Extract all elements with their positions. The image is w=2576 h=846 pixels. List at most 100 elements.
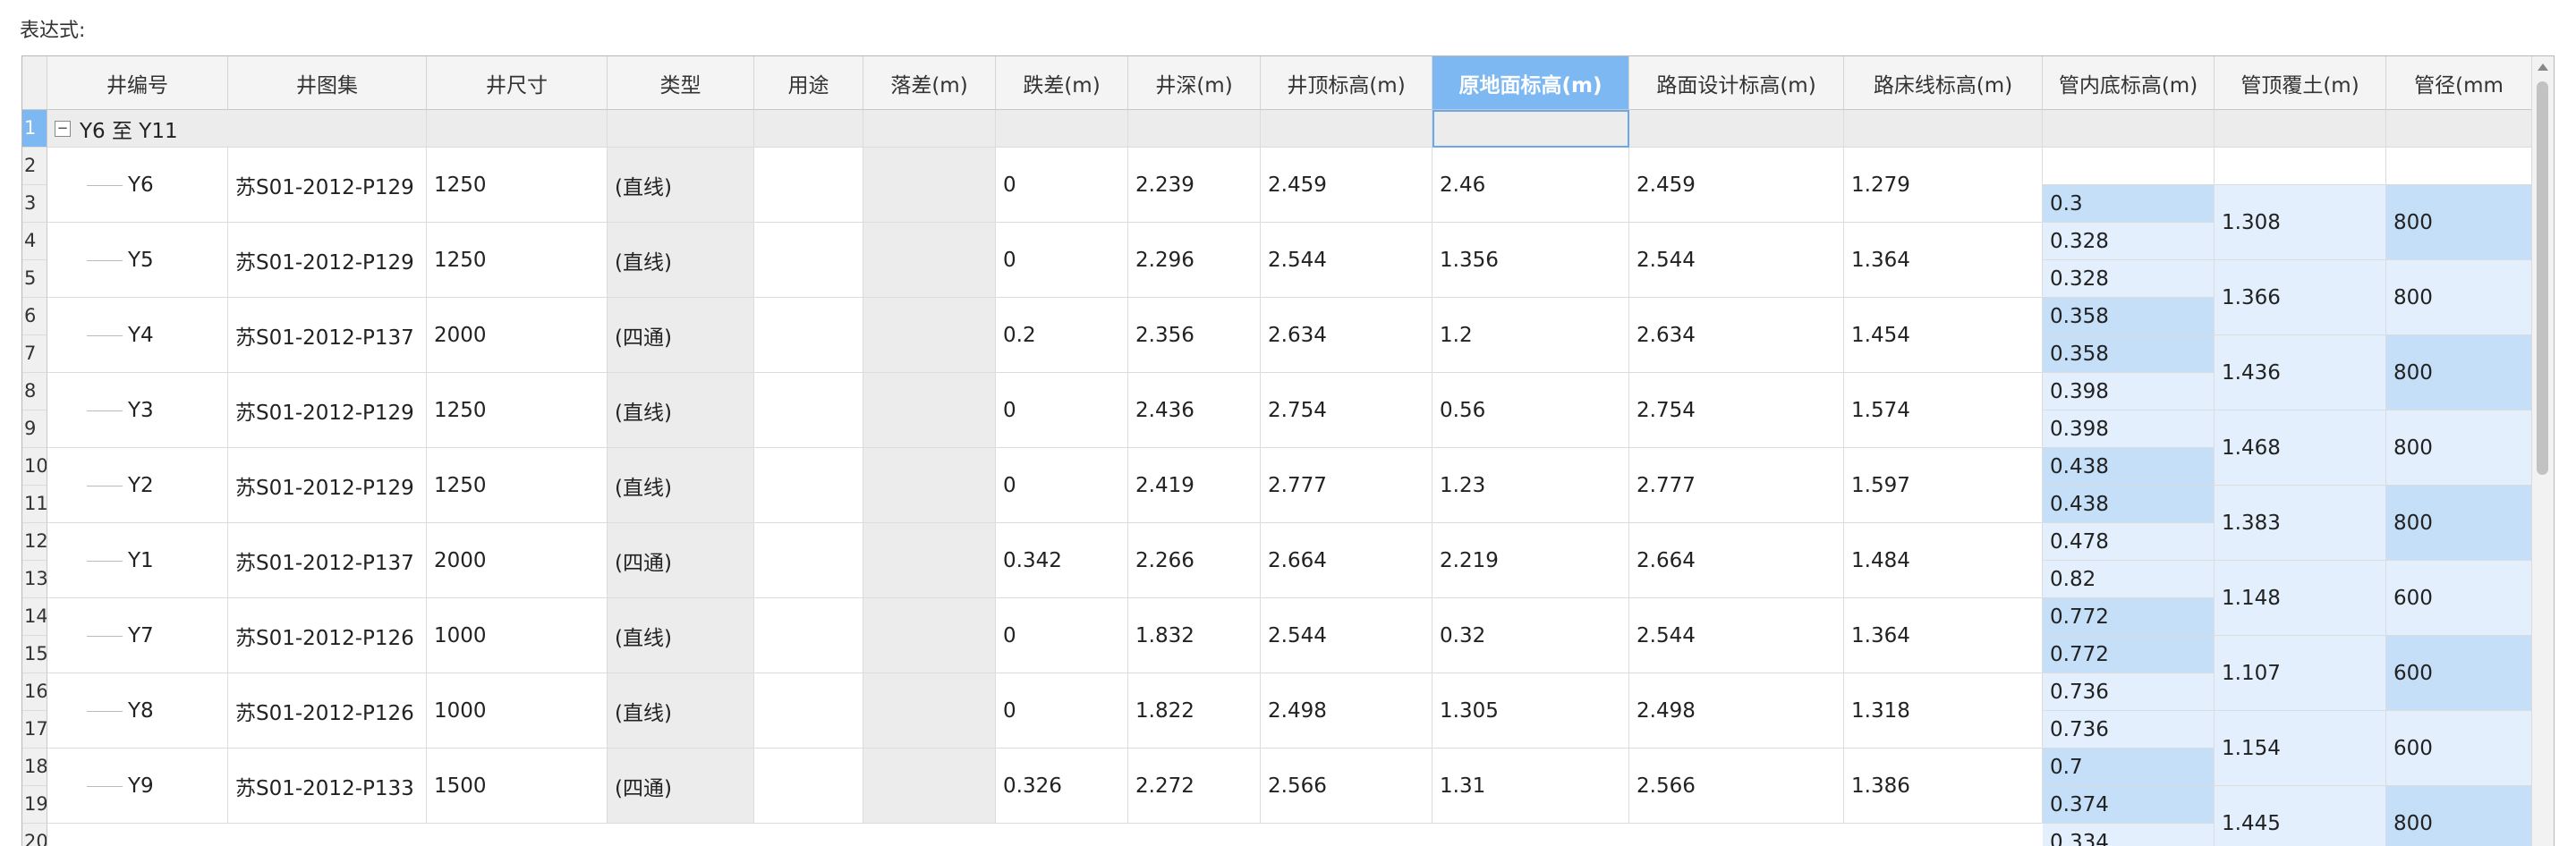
well-depth-cell[interactable]: 2.419 — [1128, 448, 1261, 523]
well-top-cell[interactable]: 2.777 — [1261, 448, 1433, 523]
pipe-invert-cell[interactable]: 0.3 — [2043, 185, 2215, 223]
well-drop-cell[interactable] — [863, 373, 996, 448]
well-jump-cell[interactable]: 0 — [996, 148, 1128, 223]
well-use-cell[interactable] — [754, 749, 863, 824]
well-use-cell[interactable] — [754, 223, 863, 298]
pipe-invert-cell[interactable]: 0.736 — [2043, 711, 2215, 749]
well-use-cell[interactable] — [754, 373, 863, 448]
pipe-invert-cell[interactable]: 0.438 — [2043, 486, 2215, 523]
well-use-cell[interactable] — [754, 448, 863, 523]
pipe-invert-cell[interactable]: 0.772 — [2043, 636, 2215, 673]
well-type-cell[interactable]: (直线) — [608, 223, 754, 298]
pipe-cell-empty[interactable] — [2215, 148, 2386, 185]
well-drop-cell[interactable] — [863, 749, 996, 824]
well-drop-cell[interactable] — [863, 673, 996, 749]
well-atlas-cell[interactable]: 苏S01-2012-P129 — [228, 148, 427, 223]
well-size-cell[interactable]: 1250 — [427, 223, 608, 298]
pipe-cover-cell[interactable]: 1.308 — [2215, 185, 2386, 260]
well-road-cell[interactable]: 2.544 — [1629, 598, 1844, 673]
column-header[interactable]: 井顶标高(m) — [1261, 56, 1433, 110]
row-number[interactable]: 8 — [22, 373, 47, 410]
column-header[interactable]: 井尺寸 — [427, 56, 608, 110]
pipe-invert-cell[interactable]: 0.736 — [2043, 673, 2215, 711]
well-use-cell[interactable] — [754, 298, 863, 373]
column-header[interactable]: 用途 — [754, 56, 863, 110]
well-top-cell[interactable]: 2.664 — [1261, 523, 1433, 598]
well-depth-cell[interactable]: 2.239 — [1128, 148, 1261, 223]
well-depth-cell[interactable]: 1.832 — [1128, 598, 1261, 673]
well-type-cell[interactable]: (四通) — [608, 298, 754, 373]
well-drop-cell[interactable] — [863, 223, 996, 298]
well-jump-cell[interactable]: 0.2 — [996, 298, 1128, 373]
well-id-cell[interactable]: Y7 — [47, 598, 228, 673]
well-size-cell[interactable]: 1250 — [427, 373, 608, 448]
column-header[interactable]: 原地面标高(m) — [1433, 56, 1629, 110]
well-subgrade-cell[interactable]: 1.318 — [1844, 673, 2043, 749]
well-size-cell[interactable]: 1000 — [427, 598, 608, 673]
pipe-diameter-cell[interactable]: 600 — [2386, 636, 2532, 711]
well-ground-cell[interactable]: 2.219 — [1433, 523, 1629, 598]
row-number[interactable]: 7 — [22, 335, 47, 373]
well-size-cell[interactable]: 1500 — [427, 749, 608, 824]
pipe-cover-cell[interactable]: 1.366 — [2215, 260, 2386, 335]
pipe-invert-cell[interactable]: 0.438 — [2043, 448, 2215, 486]
group-cell[interactable] — [427, 110, 608, 148]
well-atlas-cell[interactable]: 苏S01-2012-P126 — [228, 673, 427, 749]
well-subgrade-cell[interactable]: 1.454 — [1844, 298, 2043, 373]
group-cell[interactable] — [863, 110, 996, 148]
pipe-cover-cell[interactable]: 1.445 — [2215, 786, 2386, 846]
well-use-cell[interactable] — [754, 148, 863, 223]
scrollbar-thumb[interactable] — [2537, 81, 2548, 475]
row-number[interactable]: 16 — [22, 673, 47, 711]
pipe-invert-cell[interactable]: 0.358 — [2043, 335, 2215, 373]
well-road-cell[interactable]: 2.566 — [1629, 749, 1844, 824]
pipe-diameter-cell[interactable]: 800 — [2386, 486, 2532, 561]
pipe-diameter-cell[interactable]: 600 — [2386, 561, 2532, 636]
pipe-cell-empty[interactable] — [2386, 148, 2532, 185]
well-atlas-cell[interactable]: 苏S01-2012-P133 — [228, 749, 427, 824]
well-size-cell[interactable]: 1250 — [427, 448, 608, 523]
well-size-cell[interactable]: 1250 — [427, 148, 608, 223]
well-road-cell[interactable]: 2.544 — [1629, 223, 1844, 298]
group-cell[interactable] — [754, 110, 863, 148]
pipe-invert-cell[interactable]: 0.478 — [2043, 523, 2215, 561]
row-number[interactable]: 5 — [22, 260, 47, 298]
pipe-invert-cell[interactable]: 0.374 — [2043, 786, 2215, 824]
well-id-cell[interactable]: Y2 — [47, 448, 228, 523]
column-header[interactable]: 落差(m) — [863, 56, 996, 110]
well-road-cell[interactable]: 2.634 — [1629, 298, 1844, 373]
pipe-diameter-cell[interactable]: 800 — [2386, 260, 2532, 335]
row-number[interactable]: 17 — [22, 711, 47, 749]
well-use-cell[interactable] — [754, 523, 863, 598]
column-header[interactable]: 跌差(m) — [996, 56, 1128, 110]
row-number[interactable]: 1 — [22, 110, 47, 148]
well-type-cell[interactable]: (直线) — [608, 373, 754, 448]
row-number[interactable]: 2 — [22, 148, 47, 185]
well-drop-cell[interactable] — [863, 523, 996, 598]
well-top-cell[interactable]: 2.459 — [1261, 148, 1433, 223]
column-header[interactable]: 管径(mm — [2386, 56, 2532, 110]
well-depth-cell[interactable]: 2.272 — [1128, 749, 1261, 824]
row-number[interactable]: 12 — [22, 523, 47, 561]
well-id-cell[interactable]: Y8 — [47, 673, 228, 749]
vertical-scrollbar[interactable] — [2531, 56, 2554, 846]
row-number[interactable]: 3 — [22, 185, 47, 223]
well-type-cell[interactable]: (直线) — [608, 598, 754, 673]
well-road-cell[interactable]: 2.664 — [1629, 523, 1844, 598]
pipe-diameter-cell[interactable]: 600 — [2386, 711, 2532, 786]
well-subgrade-cell[interactable]: 1.574 — [1844, 373, 2043, 448]
group-cell[interactable] — [2043, 110, 2215, 148]
data-grid[interactable]: 井编号 井图集 井尺寸 类型 用途 落差(m) 跌差(m) 井深(m) 井顶标高(m) 原地面标高… — [21, 55, 2555, 846]
pipe-invert-cell[interactable]: 0.328 — [2043, 223, 2215, 260]
pipe-invert-cell[interactable]: 0.358 — [2043, 298, 2215, 335]
well-ground-cell[interactable]: 2.46 — [1433, 148, 1629, 223]
group-cell[interactable] — [608, 110, 754, 148]
well-ground-cell[interactable]: 1.31 — [1433, 749, 1629, 824]
well-road-cell[interactable]: 2.498 — [1629, 673, 1844, 749]
row-number[interactable]: 20 — [22, 824, 47, 846]
well-subgrade-cell[interactable]: 1.386 — [1844, 749, 2043, 824]
well-road-cell[interactable]: 2.754 — [1629, 373, 1844, 448]
well-ground-cell[interactable]: 1.2 — [1433, 298, 1629, 373]
well-subgrade-cell[interactable]: 1.597 — [1844, 448, 2043, 523]
well-road-cell[interactable]: 2.459 — [1629, 148, 1844, 223]
